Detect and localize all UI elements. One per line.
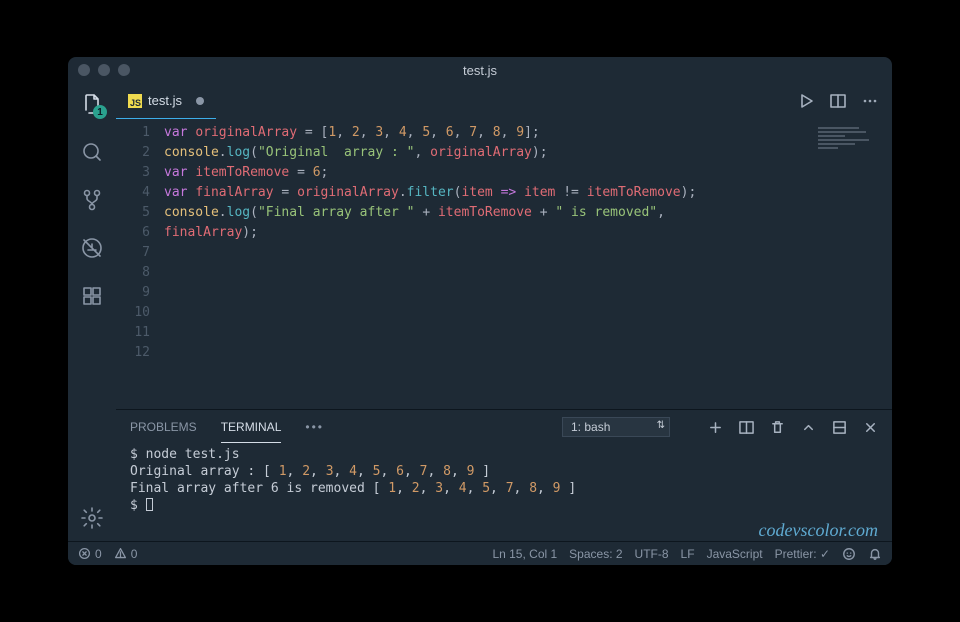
explorer-badge: 1 — [93, 105, 107, 119]
extensions-icon[interactable] — [79, 283, 105, 309]
code-editor[interactable]: var originalArray = [1, 2, 3, 4, 5, 6, 7… — [164, 119, 812, 409]
line-gutter: 123456789101112 — [116, 119, 164, 409]
new-terminal-icon[interactable] — [708, 420, 723, 435]
terminal-output[interactable]: $ node test.jsOriginal array : [ 1, 2, 3… — [116, 444, 892, 541]
bell-icon[interactable] — [868, 547, 882, 561]
status-language[interactable]: JavaScript — [707, 547, 763, 561]
editor-area: 123456789101112 var originalArray = [1, … — [116, 119, 892, 409]
trash-icon[interactable] — [770, 420, 785, 435]
status-cursor[interactable]: Ln 15, Col 1 — [492, 547, 557, 561]
tab-terminal[interactable]: TERMINAL — [221, 412, 282, 443]
panel-more-icon[interactable]: ••• — [305, 420, 324, 434]
split-editor-icon[interactable] — [830, 93, 846, 109]
bottom-panel: PROBLEMS TERMINAL ••• 1: bash $ node tes… — [116, 409, 892, 541]
titlebar[interactable]: test.js — [68, 57, 892, 83]
tab-problems[interactable]: PROBLEMS — [130, 412, 197, 442]
traffic-lights — [78, 64, 130, 76]
window-title: test.js — [463, 63, 497, 78]
feedback-icon[interactable] — [842, 547, 856, 561]
watermark: codevscolor.com — [759, 522, 878, 539]
status-errors[interactable]: 0 — [78, 547, 102, 561]
status-spaces[interactable]: Spaces: 2 — [569, 547, 622, 561]
minimap[interactable] — [812, 119, 892, 409]
error-count: 0 — [95, 547, 102, 561]
main-column: JS test.js 123456789101112 var originalA… — [116, 83, 892, 541]
panel-actions — [708, 420, 878, 435]
debug-icon[interactable] — [79, 235, 105, 261]
body: 1 JS test.js — [68, 83, 892, 541]
close-window-button[interactable] — [78, 64, 90, 76]
explorer-icon[interactable]: 1 — [79, 91, 105, 117]
dirty-indicator-icon — [196, 97, 204, 105]
minimize-window-button[interactable] — [98, 64, 110, 76]
status-eol[interactable]: LF — [681, 547, 695, 561]
terminal-select[interactable]: 1: bash — [562, 417, 670, 437]
tab-test-js[interactable]: JS test.js — [116, 83, 216, 119]
tab-label: test.js — [148, 93, 182, 108]
activity-bar: 1 — [68, 83, 116, 541]
status-prettier[interactable]: Prettier: ✓ — [775, 547, 830, 561]
status-encoding[interactable]: UTF-8 — [635, 547, 669, 561]
search-icon[interactable] — [79, 139, 105, 165]
more-actions-icon[interactable] — [862, 93, 878, 109]
split-terminal-icon[interactable] — [739, 420, 754, 435]
status-bar: 0 0 Ln 15, Col 1 Spaces: 2 UTF-8 LF Java… — [68, 541, 892, 565]
maximize-window-button[interactable] — [118, 64, 130, 76]
tab-bar: JS test.js — [116, 83, 892, 119]
settings-icon[interactable] — [79, 505, 105, 531]
source-control-icon[interactable] — [79, 187, 105, 213]
warning-count: 0 — [131, 547, 138, 561]
panel-tabs: PROBLEMS TERMINAL ••• 1: bash — [116, 410, 892, 444]
javascript-file-icon: JS — [128, 94, 142, 108]
minimap-lines — [818, 127, 886, 149]
run-icon[interactable] — [798, 93, 814, 109]
editor-actions — [798, 83, 892, 119]
maximize-panel-icon[interactable] — [832, 420, 847, 435]
status-warnings[interactable]: 0 — [114, 547, 138, 561]
chevron-up-icon[interactable] — [801, 420, 816, 435]
editor-window: test.js 1 — [68, 57, 892, 565]
close-panel-icon[interactable] — [863, 420, 878, 435]
